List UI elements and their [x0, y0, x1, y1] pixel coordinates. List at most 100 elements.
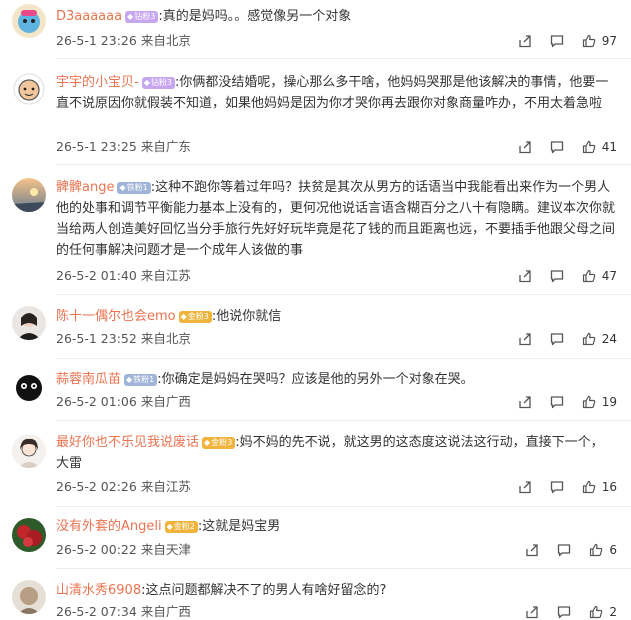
diamond-icon: ◆ [204, 438, 211, 447]
comment-actions: 19 [518, 394, 617, 410]
diamond-icon: ◆ [126, 375, 133, 384]
comment-text: 这就是妈宝男 [202, 519, 281, 534]
like-button[interactable]: 6 [589, 543, 617, 557]
comment-date: 26-5-1 23:25 [56, 139, 137, 154]
comment-icon[interactable] [550, 269, 564, 283]
fan-badge[interactable]: ◆金粉3 [202, 437, 236, 449]
diamond-icon: ◆ [166, 522, 173, 531]
share-icon[interactable] [518, 332, 532, 346]
like-button[interactable]: 24 [582, 332, 617, 346]
fan-badge[interactable]: ◆钻粉3 [141, 77, 175, 89]
thumbs-up-icon [582, 480, 596, 494]
like-button[interactable]: 2 [589, 605, 617, 619]
share-icon[interactable] [525, 543, 539, 557]
comment-icon[interactable] [557, 543, 571, 557]
divider [56, 58, 631, 59]
username-link[interactable]: 山清水秀6908 [56, 583, 141, 598]
fan-badge-label: 铁粉1 [126, 183, 148, 192]
comment-location: 来自天津 [140, 542, 191, 557]
comment-body: 没有外套的Angeli ◆金粉2:这就是妈宝男 [56, 516, 616, 537]
comment-icon[interactable] [550, 480, 564, 494]
share-icon[interactable] [518, 34, 532, 48]
share-icon[interactable] [518, 140, 532, 154]
comment-actions: 6 [525, 542, 617, 558]
thumbs-up-icon [582, 34, 596, 48]
comment-date: 26-5-2 01:40 [56, 268, 137, 283]
comment-body: 山清水秀6908:这点问题都解决不了的男人有啥好留念的? [56, 580, 616, 601]
thumbs-up-icon [589, 543, 603, 557]
comment-meta: 26-5-1 23:26 来自北京 [56, 33, 191, 49]
divider [56, 164, 631, 165]
divider [56, 294, 631, 295]
avatar[interactable] [12, 4, 46, 38]
fan-badge-label: 金粉3 [211, 438, 233, 447]
like-count: 2 [609, 605, 617, 619]
share-icon[interactable] [525, 605, 539, 619]
username-link[interactable]: 髀髀ange [56, 180, 114, 195]
username-link[interactable]: 没有外套的Angeli [56, 519, 162, 534]
avatar[interactable] [12, 434, 46, 468]
like-button[interactable]: 47 [582, 269, 617, 283]
comment-icon[interactable] [557, 605, 571, 619]
comment-body: 蒜蓉南瓜苗 ◆铁粉1:你确定是妈妈在哭吗？应该是他的另外一个对象在哭。 [56, 369, 616, 390]
fan-badge-label: 钻粉3 [134, 12, 156, 21]
thumbs-up-icon [582, 332, 596, 346]
fan-badge-label: 金粉2 [173, 522, 195, 531]
comment-meta: 26-5-1 23:25 来自广东 [56, 139, 191, 155]
like-button[interactable]: 19 [582, 395, 617, 409]
comment-icon[interactable] [550, 332, 564, 346]
like-count: 6 [609, 543, 617, 557]
comment-meta: 26-5-1 23:52 来自北京 [56, 331, 191, 347]
share-icon[interactable] [518, 269, 532, 283]
diamond-icon: ◆ [143, 78, 150, 87]
diamond-icon: ◆ [180, 312, 187, 321]
fan-badge[interactable]: ◆铁粉1 [124, 374, 158, 386]
comment-meta: 26-5-2 01:40 来自江苏 [56, 268, 191, 284]
share-icon[interactable] [518, 395, 532, 409]
comment-icon[interactable] [550, 34, 564, 48]
like-count: 19 [601, 395, 617, 409]
thumbs-up-icon [582, 140, 596, 154]
like-count: 47 [601, 269, 617, 283]
thumbs-up-icon [582, 269, 596, 283]
comment-actions: 97 [518, 33, 617, 49]
fan-badge-label: 钻粉3 [150, 78, 172, 87]
comment-text: 这点问题都解决不了的男人有啥好留念的? [145, 583, 387, 598]
fan-badge[interactable]: ◆铁粉1 [117, 182, 151, 194]
fan-badge[interactable]: ◆金粉3 [178, 311, 212, 323]
comment-date: 26-5-2 07:34 [56, 604, 137, 619]
comment-location: 来自广西 [140, 394, 191, 409]
username-link[interactable]: 最好你也不乐见我说废话 [56, 435, 199, 450]
comment-icon[interactable] [550, 140, 564, 154]
avatar[interactable] [12, 580, 46, 614]
username-link[interactable]: 宇宇的小宝贝- [56, 75, 139, 90]
like-button[interactable]: 16 [582, 480, 617, 494]
comment-date: 26-5-2 02:26 [56, 479, 137, 494]
avatar[interactable] [12, 518, 46, 552]
username-link[interactable]: 陈十一偶尔也会emo [56, 309, 176, 324]
like-button[interactable]: 97 [582, 34, 617, 48]
comment-icon[interactable] [550, 395, 564, 409]
username-link[interactable]: D3aaaaaa [56, 9, 122, 24]
comment-location: 来自广西 [140, 604, 191, 619]
comment-body: 陈十一偶尔也会emo ◆金粉3:他说你就信 [56, 306, 616, 327]
comment-location: 来自北京 [140, 33, 191, 48]
comment-date: 26-5-1 23:26 [56, 33, 137, 48]
comment-location: 来自广东 [140, 139, 191, 154]
avatar[interactable] [12, 370, 46, 404]
fan-badge[interactable]: ◆金粉2 [164, 521, 198, 533]
comment-location: 来自江苏 [140, 268, 191, 283]
divider [56, 568, 631, 569]
share-icon[interactable] [518, 480, 532, 494]
comment-text: 你确定是妈妈在哭吗？应该是他的另外一个对象在哭。 [161, 372, 474, 387]
avatar[interactable] [12, 72, 46, 106]
avatar[interactable] [12, 178, 46, 212]
username-link[interactable]: 蒜蓉南瓜苗 [56, 372, 121, 387]
fan-badge[interactable]: ◆钻粉3 [125, 11, 159, 23]
comment-location: 来自江苏 [140, 479, 191, 494]
like-count: 16 [601, 480, 617, 494]
avatar[interactable] [12, 306, 46, 340]
diamond-icon: ◆ [119, 183, 126, 192]
like-button[interactable]: 41 [582, 140, 617, 154]
comment-meta: 26-5-2 01:06 来自广西 [56, 394, 191, 410]
